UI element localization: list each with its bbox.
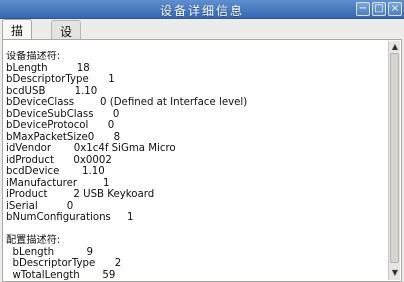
field-line: bLength 18 — [6, 62, 90, 74]
field-line: idProduct 0x0002 — [6, 154, 112, 166]
window-title: 设备详细信息 — [159, 4, 244, 18]
field-line: bDescriptorType 2 — [6, 258, 122, 269]
field-line: bNumConfigurations 1 — [6, 212, 134, 223]
device-descriptor-heading: 设备描述符: — [6, 51, 61, 62]
close-button[interactable]: × — [388, 2, 402, 16]
field-line: bDeviceClass 0 (Defined at Interface lev… — [6, 97, 248, 108]
device-details-window: 设备详细信息 − □ × 描述符 设备状态 设备描述符: bLength 18 … — [0, 0, 404, 282]
field-line: bcdUSB 1.10 — [6, 85, 98, 97]
scroll-down-arrow-icon[interactable]: ▼ — [390, 268, 400, 278]
title-bar: 设备详细信息 − □ × — [0, 0, 404, 19]
descriptor-text: 设备描述符: bLength 18 bDescriptorType 1 bcdU… — [6, 51, 387, 280]
config-descriptor-heading: 配置描述符: — [6, 235, 61, 246]
field-line: iSerial 0 — [6, 200, 74, 212]
field-line: idVendor 0x1c4f SiGma Micro — [6, 143, 176, 154]
field-line: bMaxPacketSize0 8 — [6, 131, 121, 143]
field-line: wTotalLength 59 — [6, 269, 116, 281]
tab-device-status[interactable]: 设备状态 — [51, 20, 82, 90]
vertical-scrollbar[interactable]: ▲ ▼ — [388, 41, 400, 280]
field-line: iProduct 2 USB Keykoard — [6, 189, 155, 200]
maximize-button[interactable]: □ — [372, 2, 386, 16]
field-line: bDescriptorType 1 — [6, 74, 115, 85]
field-line: bDeviceProtocol 0 — [6, 120, 115, 131]
field-line: bcdDevice 1.10 — [6, 166, 105, 177]
descriptor-panel: 设备描述符: bLength 18 bDescriptorType 1 bcdU… — [2, 39, 402, 282]
scroll-up-arrow-icon[interactable]: ▲ — [390, 42, 400, 52]
field-line: bDeviceSubClass 0 — [6, 108, 120, 120]
tab-descriptors[interactable]: 描述符 — [2, 19, 33, 72]
scroll-thumb[interactable] — [390, 53, 399, 263]
field-line: iManufacturer 1 — [6, 177, 110, 189]
field-line: bLength 9 — [6, 246, 93, 258]
minimize-button[interactable]: − — [356, 2, 370, 16]
